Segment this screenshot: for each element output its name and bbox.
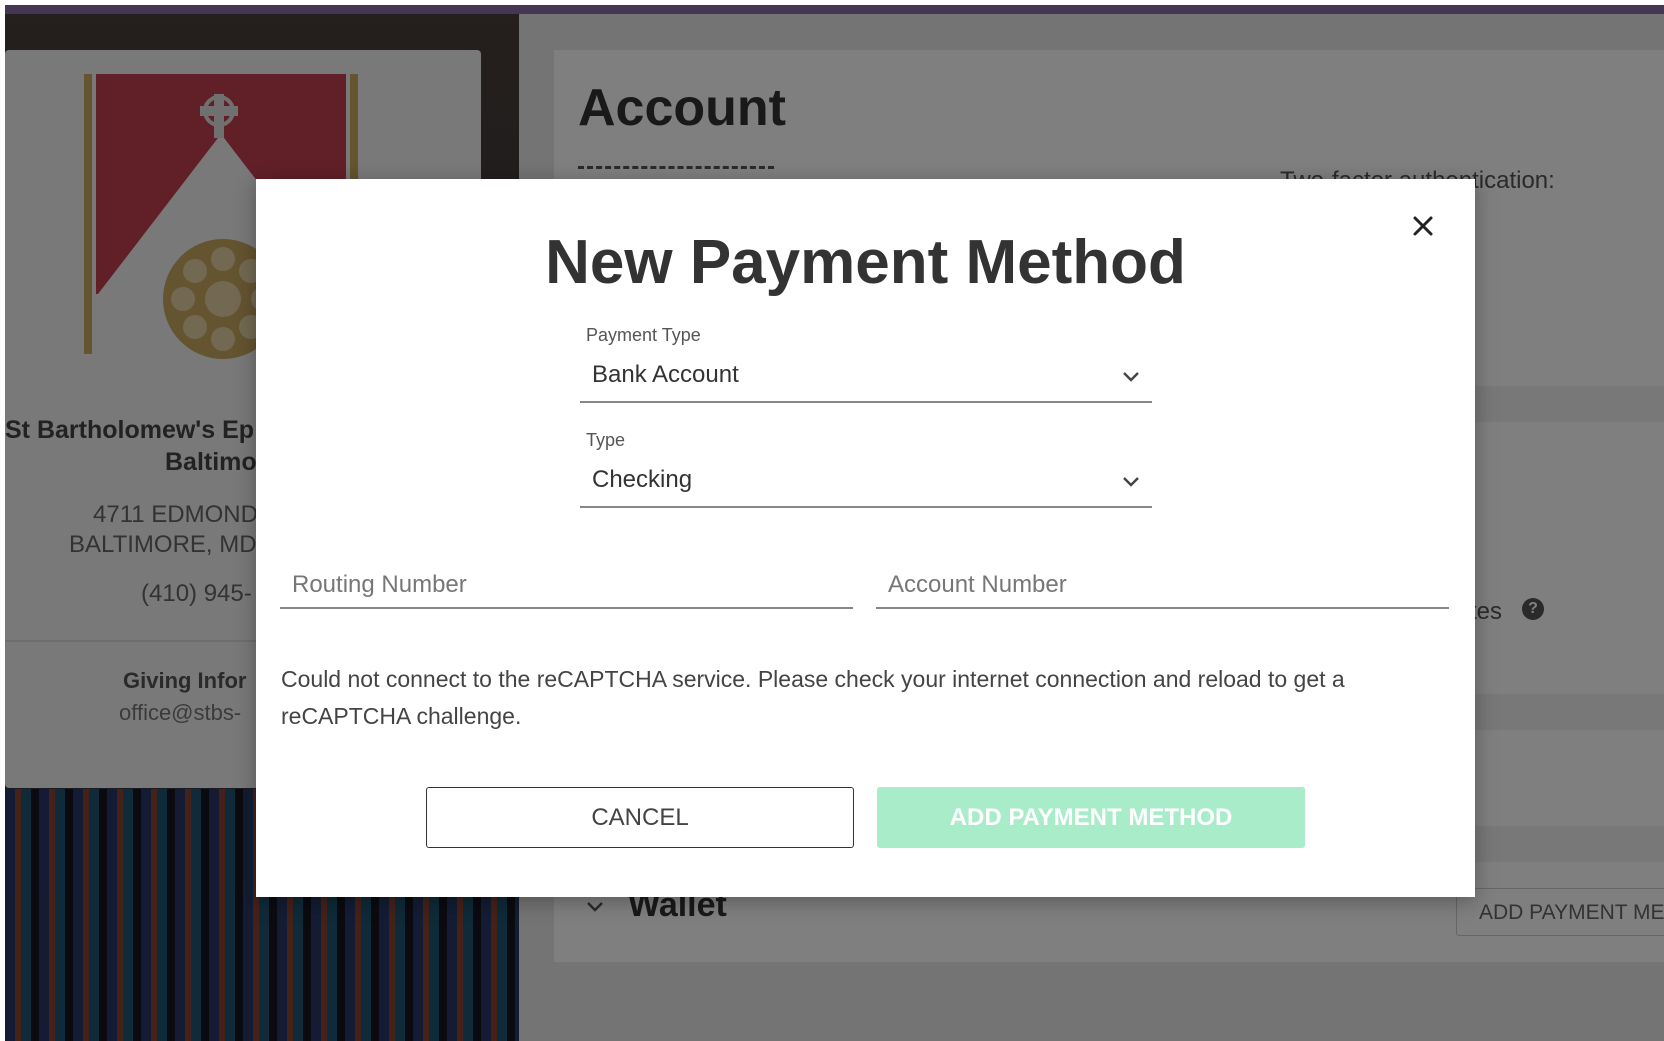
cancel-button[interactable]: CANCEL <box>426 787 854 848</box>
add-payment-method-button[interactable]: ADD PAYMENT METHOD <box>877 787 1305 848</box>
new-payment-method-dialog: New Payment Method Payment Type Bank Acc… <box>256 179 1475 897</box>
dialog-title: New Payment Method <box>545 228 1186 297</box>
account-type-label: Type <box>586 430 626 450</box>
payment-type-label: Payment Type <box>586 325 701 345</box>
app-frame: St Bartholomew's Ep Baltimo 4711 EDMOND … <box>0 0 1664 1041</box>
payment-type-value: Bank Account <box>592 361 739 388</box>
routing-number-input[interactable] <box>280 563 853 609</box>
recaptcha-error-message: Could not connect to the reCAPTCHA servi… <box>281 666 1345 729</box>
chevron-down-icon <box>1123 372 1139 382</box>
account-type-value: Checking <box>592 466 693 493</box>
account-type-select[interactable]: Checking <box>580 458 1152 508</box>
chevron-down-icon <box>1123 477 1139 487</box>
account-number-input[interactable] <box>876 563 1449 609</box>
payment-type-select[interactable]: Bank Account <box>580 353 1152 403</box>
